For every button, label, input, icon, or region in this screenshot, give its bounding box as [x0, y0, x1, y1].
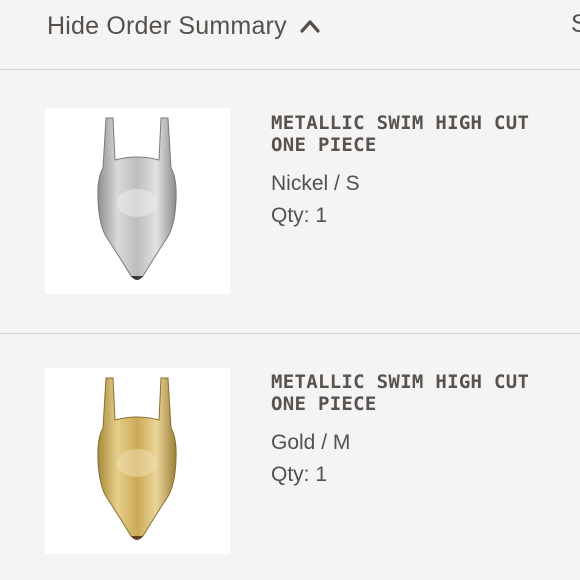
product-title: METALLIC SWIM HIGH CUT ONE PIECE	[271, 112, 530, 156]
hide-order-summary-button[interactable]: Hide Order Summary	[47, 10, 321, 42]
product-title: METALLIC SWIM HIGH CUT ONE PIECE	[271, 371, 530, 415]
product-quantity: Qty: 1	[271, 463, 328, 486]
order-summary-page: Hide Order Summary S METALLIC SWIM HIGH …	[0, 0, 580, 580]
line-item-details: METALLIC SWIM HIGH CUT ONE PIECE Nickel …	[271, 112, 576, 229]
order-summary-header: Hide Order Summary S	[0, 0, 580, 70]
line-item: METALLIC SWIM HIGH CUT ONE PIECE Gold / …	[0, 334, 580, 580]
line-item-details: METALLIC SWIM HIGH CUT ONE PIECE Gold / …	[271, 371, 576, 488]
silver-swimsuit-image	[45, 108, 230, 294]
order-total-peek: S	[571, 10, 580, 38]
product-quantity: Qty: 1	[271, 204, 328, 227]
product-variant: Gold / M	[271, 431, 351, 454]
chevron-up-icon	[299, 18, 321, 34]
line-item: METALLIC SWIM HIGH CUT ONE PIECE Nickel …	[0, 70, 580, 334]
hide-order-summary-label: Hide Order Summary	[47, 11, 287, 40]
product-variant: Nickel / S	[271, 172, 360, 195]
gold-swimsuit-image	[45, 368, 230, 554]
